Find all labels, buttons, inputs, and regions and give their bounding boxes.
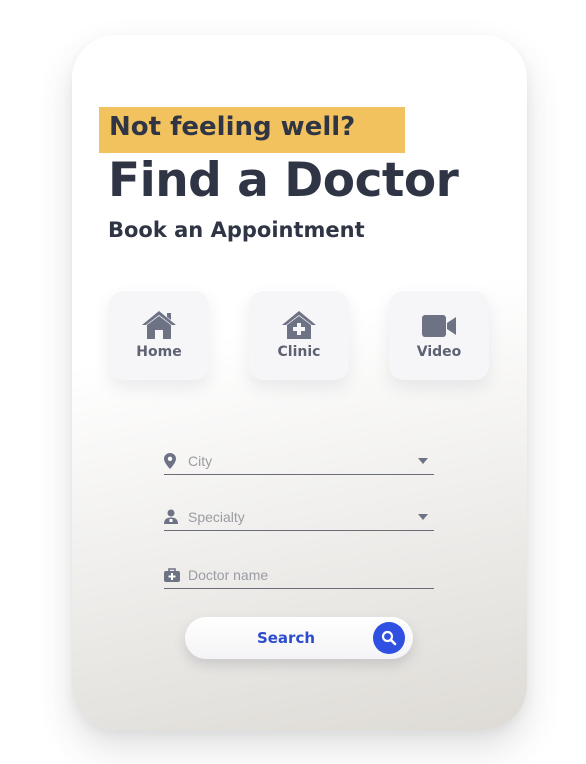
chevron-down-icon[interactable] xyxy=(416,512,430,522)
chevron-down-icon[interactable] xyxy=(416,456,430,466)
search-button[interactable]: Search xyxy=(185,617,413,659)
page-title: Find a Doctor xyxy=(108,153,459,208)
search-button-label: Search xyxy=(256,629,316,647)
page-subtitle: Book an Appointment xyxy=(108,218,365,242)
doctor-icon xyxy=(164,507,184,527)
city-select[interactable]: City xyxy=(164,447,434,475)
visit-type-label: Video xyxy=(416,344,462,360)
medical-bag-icon xyxy=(164,565,184,585)
tagline-text: Not feeling well? xyxy=(109,112,356,142)
specialty-select[interactable]: Specialty xyxy=(164,503,434,531)
visit-type-home-button[interactable]: Home xyxy=(109,290,209,380)
find-doctor-card: Not feeling well? Find a Doctor Book an … xyxy=(72,35,527,730)
visit-type-clinic-button[interactable]: Clinic xyxy=(249,290,349,380)
tagline-highlight: Not feeling well? xyxy=(99,107,405,153)
visit-type-label: Home xyxy=(136,344,182,360)
search-icon xyxy=(373,622,405,654)
home-icon xyxy=(140,309,178,341)
doctor-name-field[interactable]: Doctor name xyxy=(164,561,434,589)
visit-type-video-button[interactable]: Video xyxy=(389,290,489,380)
video-camera-icon xyxy=(420,309,458,341)
city-placeholder: City xyxy=(188,452,213,469)
map-pin-icon xyxy=(164,451,184,471)
doctor-name-placeholder: Doctor name xyxy=(188,566,269,583)
visit-type-label: Clinic xyxy=(277,344,321,360)
clinic-icon xyxy=(280,309,318,341)
specialty-placeholder: Specialty xyxy=(188,508,245,525)
